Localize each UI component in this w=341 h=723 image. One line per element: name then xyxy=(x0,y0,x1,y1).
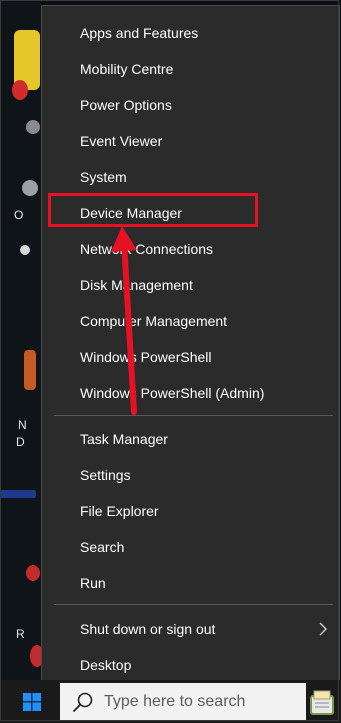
menu-item-windows-powershell-admin[interactable]: Windows PowerShell (Admin) xyxy=(42,376,339,410)
menu-item-system[interactable]: System xyxy=(42,160,339,194)
desktop-icon-gray-2 xyxy=(22,180,38,196)
menu-item-label: Search xyxy=(80,539,125,555)
desktop-label-d: D xyxy=(16,435,25,449)
winx-context-menu: Apps and Features Mobility Centre Power … xyxy=(41,5,340,687)
menu-item-label: Disk Management xyxy=(80,277,193,293)
search-icon xyxy=(73,692,93,712)
windows-logo-icon xyxy=(23,693,41,711)
menu-separator xyxy=(54,604,333,605)
menu-item-label: Device Manager xyxy=(80,205,182,221)
chevron-right-icon xyxy=(319,622,327,636)
desktop-icon-red xyxy=(12,80,28,100)
menu-item-label: Shut down or sign out xyxy=(80,621,216,637)
menu-item-label: Desktop xyxy=(80,657,132,673)
menu-item-label: Windows PowerShell xyxy=(80,349,212,365)
notepad-icon[interactable] xyxy=(307,684,337,718)
menu-item-label: Windows PowerShell (Admin) xyxy=(80,385,265,401)
search-input[interactable] xyxy=(104,693,294,711)
menu-item-label: Settings xyxy=(80,467,131,483)
start-button[interactable] xyxy=(8,682,56,722)
menu-item-power-options[interactable]: Power Options xyxy=(42,88,339,122)
desktop-label-r: R xyxy=(16,627,25,641)
menu-item-label: Computer Management xyxy=(80,313,228,329)
menu-item-event-viewer[interactable]: Event Viewer xyxy=(42,124,339,158)
menu-item-label: Mobility Centre xyxy=(80,61,174,77)
menu-item-label: System xyxy=(80,169,127,185)
menu-item-network-connections[interactable]: Network Connections xyxy=(42,232,339,266)
menu-item-mobility-centre[interactable]: Mobility Centre xyxy=(42,52,339,86)
menu-item-label: File Explorer xyxy=(80,503,159,519)
desktop-icon-blue xyxy=(0,490,36,498)
menu-item-apps-and-features[interactable]: Apps and Features xyxy=(42,16,339,50)
menu-item-device-manager[interactable]: Device Manager xyxy=(42,196,339,230)
menu-item-label: Task Manager xyxy=(80,431,168,447)
taskbar xyxy=(0,680,341,723)
menu-item-run[interactable]: Run xyxy=(42,566,339,600)
menu-separator xyxy=(54,415,333,416)
menu-item-windows-powershell[interactable]: Windows PowerShell xyxy=(42,340,339,374)
menu-item-label: Power Options xyxy=(80,97,172,113)
desktop-strip: O N D R xyxy=(0,0,44,680)
menu-item-task-manager[interactable]: Task Manager xyxy=(42,422,339,456)
menu-item-label: Network Connections xyxy=(80,241,214,257)
menu-item-desktop[interactable]: Desktop xyxy=(42,648,339,682)
desktop-label-o: O xyxy=(14,208,24,222)
menu-item-file-explorer[interactable]: File Explorer xyxy=(42,494,339,528)
menu-item-disk-management[interactable]: Disk Management xyxy=(42,268,339,302)
menu-item-search[interactable]: Search xyxy=(42,530,339,564)
desktop-icon-white xyxy=(20,245,30,255)
taskbar-search-box[interactable] xyxy=(60,683,306,721)
menu-item-label: Event Viewer xyxy=(80,133,163,149)
desktop-label-n: N xyxy=(18,418,27,432)
desktop-icon-gray xyxy=(26,120,40,134)
desktop-icon-red-2 xyxy=(26,565,40,581)
menu-item-shut-down-or-sign-out[interactable]: Shut down or sign out xyxy=(42,612,339,646)
menu-item-label: Run xyxy=(80,575,106,591)
menu-item-computer-management[interactable]: Computer Management xyxy=(42,304,339,338)
menu-item-settings[interactable]: Settings xyxy=(42,458,339,492)
desktop-icon-orange xyxy=(24,350,36,390)
menu-item-label: Apps and Features xyxy=(80,25,199,41)
